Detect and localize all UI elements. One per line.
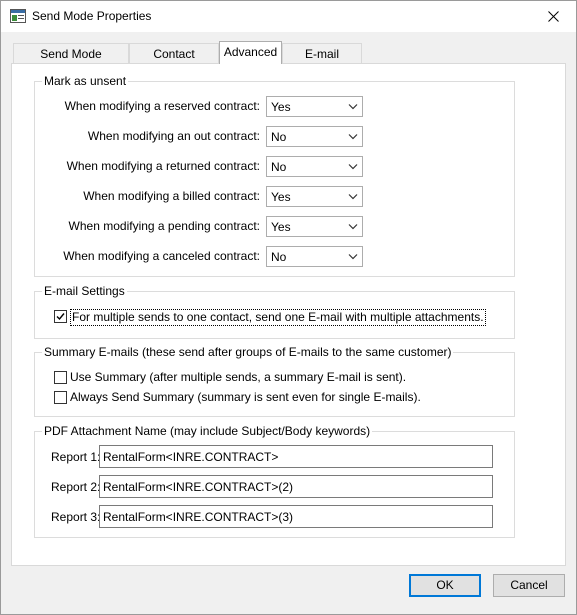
always-summary-label: Always Send Summary (summary is sent eve… — [70, 390, 421, 404]
pending-value: Yes — [271, 220, 291, 234]
returned-select[interactable]: No — [266, 156, 363, 177]
tab-panel: Mark as unsent When modifying a reserved… — [11, 63, 566, 566]
chevron-down-icon — [348, 134, 358, 140]
canceled-label: When modifying a canceled contract: — [63, 249, 260, 263]
reserved-label: When modifying a reserved contract: — [64, 99, 260, 113]
pdf-name-title: PDF Attachment Name (may include Subject… — [42, 424, 373, 438]
title-bar: Send Mode Properties — [1, 1, 576, 32]
report-1-label: Report 1: — [51, 450, 101, 464]
returned-value: No — [271, 160, 287, 174]
chevron-down-icon — [348, 194, 358, 200]
use-summary-label: Use Summary (after multiple sends, a sum… — [70, 370, 407, 384]
report-3-value: RentalForm<INRE.CONTRACT>(3) — [103, 510, 294, 524]
report-1-input[interactable]: RentalForm<INRE.CONTRACT> — [99, 445, 493, 468]
tab-email-settings[interactable]: E-mail Settings — [282, 43, 362, 81]
pdf-name-group: PDF Attachment Name (may include Subject… — [34, 424, 515, 538]
close-button[interactable] — [530, 1, 576, 32]
chevron-down-icon — [348, 254, 358, 260]
report-2-input[interactable]: RentalForm<INRE.CONTRACT>(2) — [99, 475, 493, 498]
checkbox-box[interactable] — [54, 371, 67, 384]
ok-button[interactable]: OK — [409, 574, 481, 597]
window-title: Send Mode Properties — [32, 9, 152, 23]
pending-label: When modifying a pending contract: — [68, 219, 260, 233]
report-2-value: RentalForm<INRE.CONTRACT>(2) — [103, 480, 294, 494]
mark-unsent-group: Mark as unsent When modifying a reserved… — [34, 74, 515, 277]
canceled-select[interactable]: No — [266, 246, 363, 267]
canceled-value: No — [271, 250, 287, 264]
checkbox-box[interactable] — [54, 310, 67, 323]
tab-contact-priorities[interactable]: Contact Priorities — [129, 43, 219, 81]
pending-select[interactable]: Yes — [266, 216, 363, 237]
reserved-value: Yes — [271, 100, 291, 114]
cancel-button[interactable]: Cancel — [493, 574, 565, 597]
dialog-window: Send Mode Properties Send Mode Propertie… — [0, 0, 577, 615]
returned-label: When modifying a returned contract: — [66, 159, 260, 173]
billed-label: When modifying a billed contract: — [83, 189, 260, 203]
report-3-input[interactable]: RentalForm<INRE.CONTRACT>(3) — [99, 505, 493, 528]
billed-select[interactable]: Yes — [266, 186, 363, 207]
mark-unsent-title: Mark as unsent — [42, 74, 129, 88]
report-1-value: RentalForm<INRE.CONTRACT> — [103, 450, 279, 464]
email-settings-title: E-mail Settings — [42, 284, 127, 298]
app-icon — [10, 9, 26, 23]
tab-advanced[interactable]: Advanced — [219, 41, 282, 64]
reserved-select[interactable]: Yes — [266, 96, 363, 117]
close-icon — [547, 11, 559, 22]
summary-group: Summary E-mails (these send after groups… — [34, 345, 515, 417]
chevron-down-icon — [348, 104, 358, 110]
out-value: No — [271, 130, 287, 144]
report-3-label: Report 3: — [51, 510, 101, 524]
tab-send-mode-properties[interactable]: Send Mode Properties — [13, 43, 129, 81]
checkmark-icon — [56, 313, 65, 321]
out-label: When modifying an out contract: — [87, 129, 260, 143]
billed-value: Yes — [271, 190, 291, 204]
report-2-label: Report 2: — [51, 480, 101, 494]
one-email-label: For multiple sends to one contact, send … — [70, 309, 486, 326]
out-select[interactable]: No — [266, 126, 363, 147]
chevron-down-icon — [348, 164, 358, 170]
summary-title: Summary E-mails (these send after groups… — [42, 345, 454, 359]
email-settings-group: E-mail Settings For multiple sends to on… — [34, 284, 515, 339]
chevron-down-icon — [348, 224, 358, 230]
checkbox-box[interactable] — [54, 391, 67, 404]
